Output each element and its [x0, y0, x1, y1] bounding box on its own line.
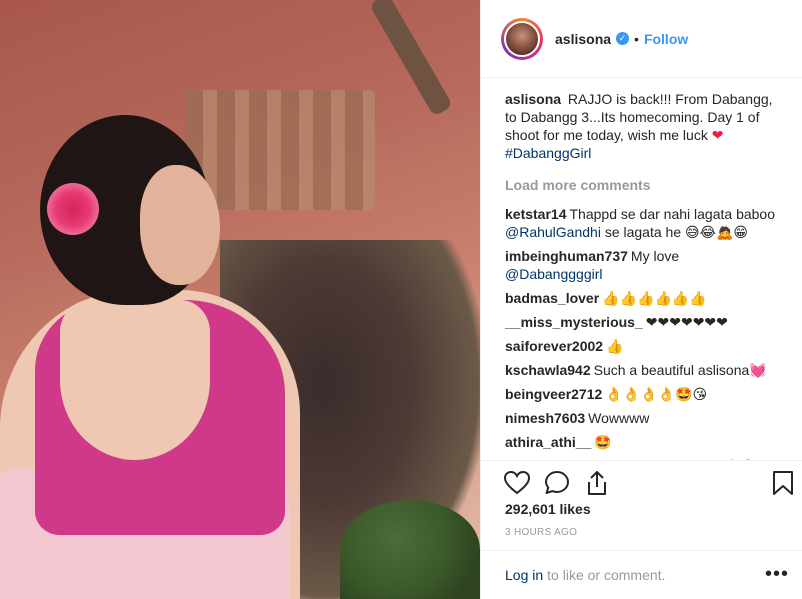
more-options-icon[interactable]: •••	[765, 563, 789, 586]
comment-text: 🤩	[594, 434, 612, 450]
comment-icon[interactable]	[543, 469, 571, 497]
comments-section[interactable]: aslisona RAJJO is back!!! From Dabangg, …	[481, 78, 802, 460]
comment-item: __miss_mysterious_ ❤❤❤❤❤❤❤	[505, 313, 785, 331]
post-timestamp[interactable]: 3 HOURS AGO	[505, 527, 577, 538]
comment-username[interactable]: badmas_lover	[505, 290, 599, 306]
comment-text-tail: se lagata he 😅😂🙇😁	[604, 224, 748, 240]
share-icon[interactable]	[583, 469, 611, 497]
heart-icon[interactable]	[503, 469, 531, 497]
green-bush	[340, 500, 480, 599]
comment-item: badmas_lover 👍👍👍👍👍👍	[505, 289, 785, 307]
post-header: aslisona ✓ • Follow	[481, 0, 802, 78]
username[interactable]: aslisona	[555, 31, 611, 47]
bookmark-icon[interactable]	[769, 469, 797, 497]
comment-username[interactable]: kschawla942	[505, 362, 591, 378]
woman-face	[140, 165, 220, 285]
comment-text: 👌👌👌👌🤩😘	[605, 386, 708, 402]
comment-item: nimesh7603 Wowwww	[505, 409, 785, 427]
login-footer: Log in to like or comment. •••	[481, 550, 802, 599]
avatar-image	[504, 20, 540, 57]
comment-item: kschawla942 Such a beautiful aslisona💓	[505, 361, 785, 379]
follow-button[interactable]: Follow	[644, 31, 688, 47]
comment-item: saiforever2002 👍	[505, 337, 785, 355]
comment-username[interactable]: __miss_mysterious_	[505, 314, 643, 330]
tree-branch	[368, 0, 454, 117]
login-link[interactable]: Log in	[505, 567, 543, 583]
instagram-post: aslisona ✓ • Follow aslisona RAJJO is ba…	[0, 0, 802, 599]
blouse-back-opening	[60, 300, 210, 460]
comment-username[interactable]: beingveer2712	[505, 386, 602, 402]
post-panel: aslisona ✓ • Follow aslisona RAJJO is ba…	[480, 0, 802, 599]
comment-username[interactable]: imbeinghuman737	[505, 248, 628, 264]
stone-relief	[185, 90, 375, 210]
comment-mention[interactable]: @Dabanggggirl	[505, 266, 603, 282]
comment-text: My love	[630, 248, 680, 264]
comment-username[interactable]: saiforever2002	[505, 338, 603, 354]
comment-username[interactable]: nimesh7603	[505, 410, 585, 426]
comment-username[interactable]: athira_athi__	[505, 434, 591, 450]
comment-text: 👍	[606, 338, 624, 354]
caption-hashtag[interactable]: #DabanggGirl	[505, 145, 591, 161]
login-prompt-text: to like or comment.	[547, 567, 666, 583]
separator-dot: •	[634, 30, 639, 47]
likes-count[interactable]: 292,601 likes	[505, 501, 591, 517]
hair-flower	[47, 183, 99, 235]
load-more-comments-button[interactable]: Load more comments	[505, 176, 785, 194]
comment-text: 👍👍👍👍👍👍	[602, 290, 707, 306]
comment-list: ketstar14 Thappd se dar nahi lagata baboo…	[505, 205, 785, 460]
post-photo[interactable]	[0, 0, 480, 599]
comment-text: Thappd se dar nahi lagata baboo	[569, 206, 776, 222]
comment-mention[interactable]: @RahulGandhi	[505, 224, 601, 240]
action-bar: 292,601 likes 3 HOURS AGO	[481, 460, 802, 550]
caption: aslisona RAJJO is back!!! From Dabangg, …	[505, 90, 785, 162]
heart-emoji: ❤	[711, 127, 724, 143]
comment-item: imbeinghuman737 My love @Dabanggggirl	[505, 247, 785, 283]
comment-text: Wowwww	[588, 410, 650, 426]
comment-item: ketstar14 Thappd se dar nahi lagata baboo…	[505, 205, 785, 241]
avatar[interactable]	[501, 17, 543, 60]
verified-icon: ✓	[616, 32, 630, 45]
caption-username[interactable]: aslisona	[505, 91, 561, 107]
comment-item: athira_athi__ 🤩	[505, 433, 785, 451]
comment-item: beingveer2712 👌👌👌👌🤩😘	[505, 385, 785, 403]
comment-text: ❤❤❤❤❤❤❤	[645, 314, 728, 330]
comment-text: Such a beautiful aslisona💓	[593, 362, 767, 378]
comment-username[interactable]: ketstar14	[505, 206, 567, 222]
